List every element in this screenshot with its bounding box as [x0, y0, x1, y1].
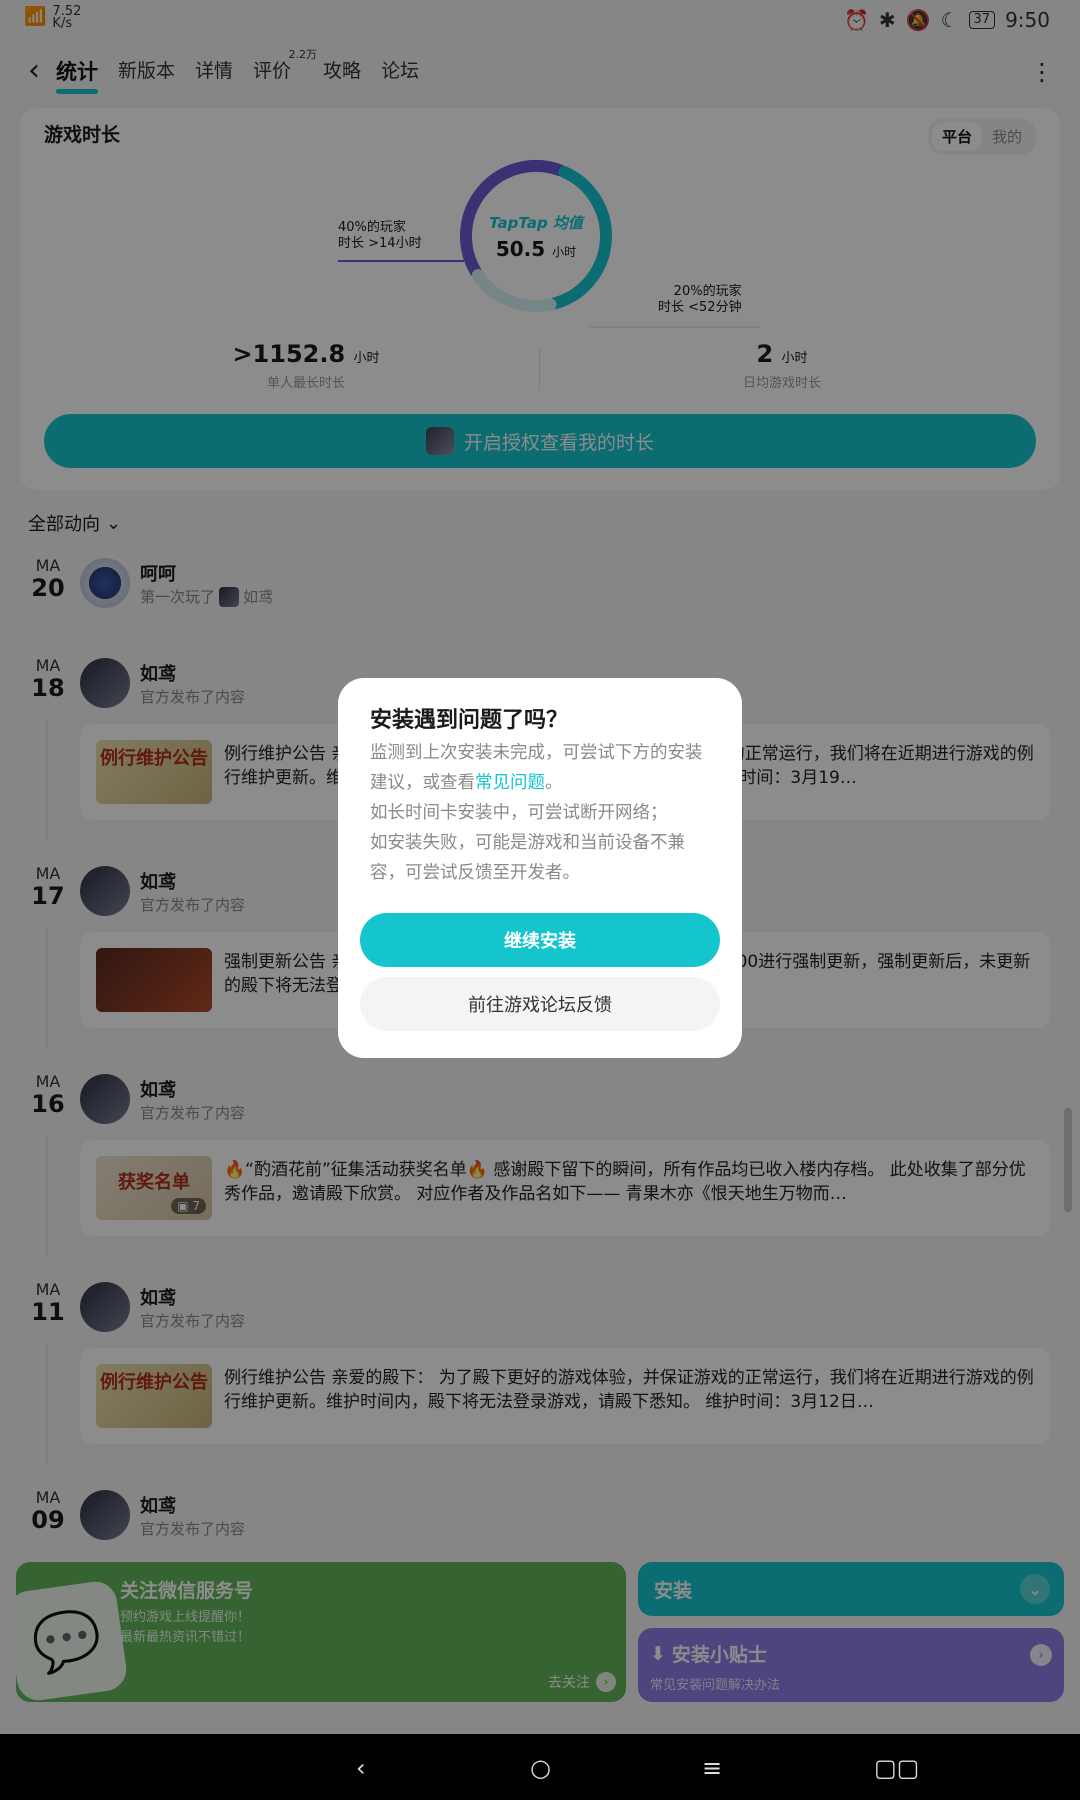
nav-home-icon[interactable]: ○: [530, 1754, 551, 1782]
dialog-body: 监测到上次安装未完成，可尝试下方的安装建议，或查看常见问题。 如长时间卡安装中，…: [370, 738, 714, 888]
dialog-text-1-end: 。: [545, 773, 563, 793]
install-problem-dialog: 安装遇到问题了吗？ 监测到上次安装未完成，可尝试下方的安装建议，或查看常见问题。…: [338, 678, 742, 1058]
nav-recents-icon[interactable]: ▢▢: [874, 1754, 919, 1782]
dialog-paragraph-2: 如长时间卡安装中，可尝试断开网络；: [370, 803, 668, 823]
nav-back-icon[interactable]: ‹: [356, 1754, 366, 1782]
nav-menu-icon[interactable]: ≡: [702, 1754, 722, 1782]
forum-feedback-button[interactable]: 前往游戏论坛反馈: [360, 977, 720, 1031]
faq-link[interactable]: 常见问题: [475, 773, 545, 793]
system-nav-bar: ‹ ○ ≡ ▢▢: [0, 1734, 1080, 1800]
dialog-paragraph-1: 监测到上次安装未完成，可尝试下方的安装建议，或查看常见问题。: [370, 738, 714, 798]
continue-install-button[interactable]: 继续安装: [360, 913, 720, 967]
dialog-title: 安装遇到问题了吗？: [370, 708, 569, 733]
dialog-paragraph-3: 如安装失败，可能是游戏和当前设备不兼容，可尝试反馈至开发者。: [370, 833, 685, 883]
